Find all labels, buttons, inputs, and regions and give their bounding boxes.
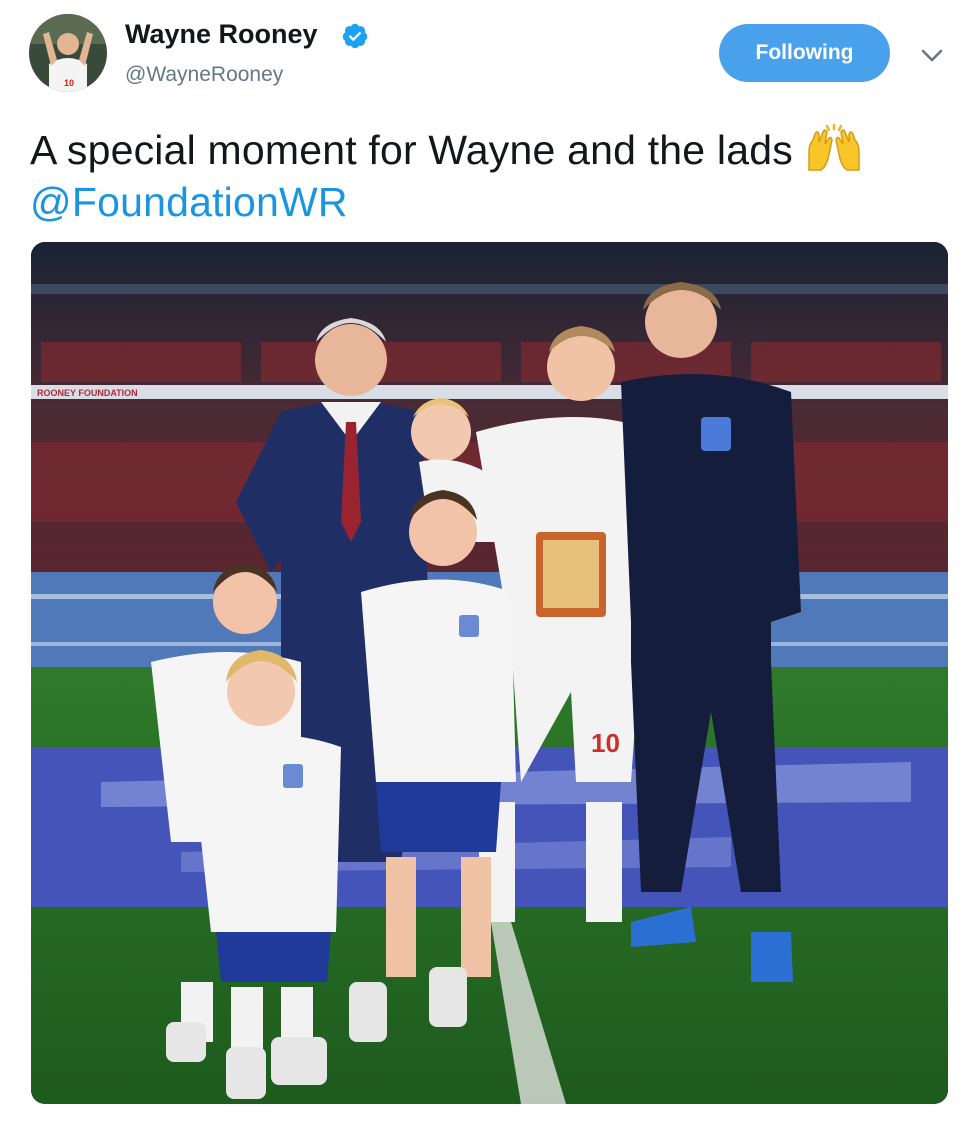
banner-text: ROONEY FOUNDATION (37, 388, 138, 398)
raised-hands-emoji-icon (808, 124, 860, 171)
tweet-photo[interactable]: ROONEY FOUNDATION 10 (31, 242, 948, 1104)
author-handle[interactable]: @WayneRooney (125, 63, 283, 87)
mention-link[interactable]: @FoundationWR (30, 179, 348, 225)
avatar-photo: 10 (29, 14, 107, 92)
svg-text:10: 10 (64, 78, 74, 88)
chevron-down-icon[interactable] (918, 44, 946, 66)
tweet-body: A special moment for Wayne and the lads (30, 127, 793, 173)
author-avatar[interactable]: 10 (29, 14, 107, 92)
following-button[interactable]: Following (719, 24, 890, 82)
shirt-number: 10 (591, 728, 620, 758)
verified-badge-icon (342, 23, 368, 49)
photo-illustration: ROONEY FOUNDATION 10 (31, 242, 948, 1104)
tweet-text: A special moment for Wayne and the lads … (30, 124, 960, 228)
author-name[interactable]: Wayne Rooney (125, 19, 318, 50)
